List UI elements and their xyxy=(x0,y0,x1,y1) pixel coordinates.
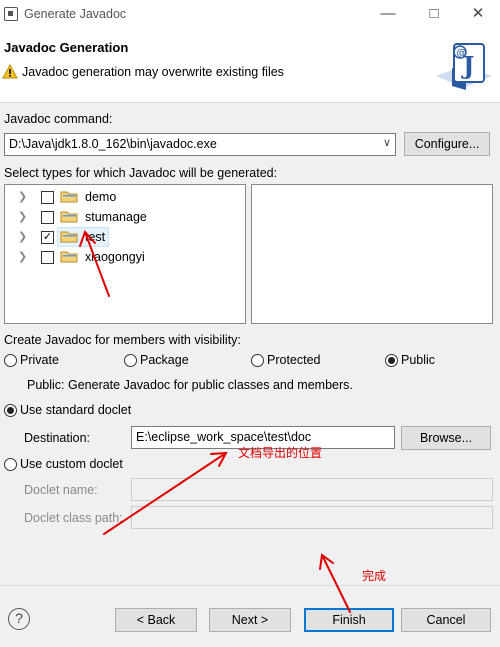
finish-annotation: 完成 xyxy=(362,569,387,583)
annotation-arrows xyxy=(79,230,351,613)
destination-annotation: 文档导出的位置 xyxy=(238,446,323,460)
